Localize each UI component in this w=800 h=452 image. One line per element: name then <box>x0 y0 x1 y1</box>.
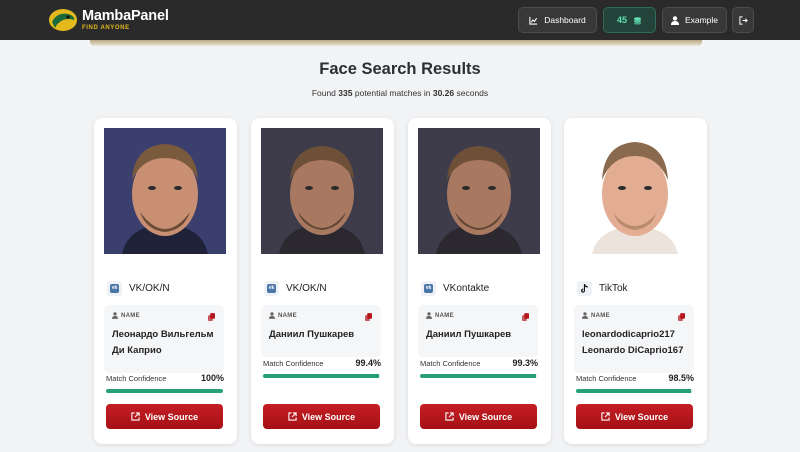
copy-icon[interactable] <box>522 313 529 321</box>
vk-icon: vk <box>421 281 436 296</box>
external-link-icon <box>445 412 454 421</box>
confidence-bar-fill <box>106 389 223 393</box>
confidence-bar <box>420 374 537 378</box>
confidence-bar-fill <box>420 374 537 378</box>
face-photo <box>418 128 540 254</box>
coins-icon <box>633 16 642 25</box>
face-photo <box>104 128 226 254</box>
results-summary: Found 335 potential matches in 30.26 sec… <box>311 88 489 98</box>
user-icon <box>670 15 679 25</box>
name-field: NAME Даниил Пушкарев <box>261 305 381 357</box>
logout-button[interactable] <box>732 7 754 33</box>
external-link-icon <box>601 412 610 421</box>
copy-icon[interactable] <box>365 313 372 321</box>
vk-icon: vk <box>264 281 279 296</box>
platform-name: TikTok <box>599 283 628 294</box>
user-menu-button[interactable]: Example <box>662 7 727 33</box>
name-label: NAME <box>435 312 454 319</box>
confidence-bar-fill <box>576 389 692 393</box>
brand-name: MambaPanel <box>82 8 169 25</box>
copy-icon[interactable] <box>678 313 685 321</box>
external-link-icon <box>288 412 297 421</box>
result-card: TikTok NAME leonardodicaprio217 Leonardo… <box>564 118 707 444</box>
search-time: 30.26 <box>432 88 455 98</box>
face-photo <box>574 128 696 254</box>
credits-badge[interactable]: 45 <box>603 7 656 33</box>
confidence-value: 100% <box>200 373 224 383</box>
platform-name: VK/OK/N <box>129 283 170 294</box>
result-card: vk VK/OK/N NAME Леонардо Вильгельм Ди Ка… <box>94 118 237 444</box>
vk-icon: vk <box>107 281 122 296</box>
name-value: leonardodicaprio217 <box>582 329 675 340</box>
copy-icon[interactable] <box>208 313 215 321</box>
name-value: Leonardo DiCaprio167 <box>582 344 684 356</box>
platform-vk: vk VK/OK/N <box>264 281 327 296</box>
match-count: 335 <box>338 88 353 98</box>
user-icon <box>426 312 432 319</box>
brand-logo[interactable]: MambaPanel FIND ANYONE <box>48 7 169 33</box>
top-navbar: MambaPanel FIND ANYONE Dashboard 45 Exam… <box>0 0 800 40</box>
confidence-bar <box>576 389 693 393</box>
confidence-label: Match Confidence <box>263 358 324 368</box>
logout-icon <box>738 15 748 25</box>
platform-vkontakte: vk VKontakte <box>421 281 489 296</box>
name-field: NAME Даниил Пушкарев <box>418 305 538 357</box>
confidence-bar-fill <box>263 374 380 378</box>
user-name: Example <box>684 15 719 25</box>
result-card: vk VK/OK/N NAME Даниил Пушкарев Match Co… <box>251 118 394 444</box>
name-value: Даниил Пушкарев <box>426 329 512 340</box>
brand-tagline: FIND ANYONE <box>82 24 130 31</box>
snake-logo-icon <box>49 9 77 31</box>
name-label: NAME <box>121 312 140 319</box>
face-photo <box>261 128 383 254</box>
confidence-value: 99.4% <box>355 358 381 368</box>
platform-name: VKontakte <box>443 283 490 294</box>
name-field: NAME Леонардо Вильгельм Ди Каприо <box>104 305 224 373</box>
confidence-value: 98.5% <box>668 373 694 383</box>
name-field: NAME leonardodicaprio217 Leonardo DiCapr… <box>574 305 694 373</box>
view-source-button[interactable]: View Source <box>263 404 380 429</box>
confidence-bar <box>106 389 223 393</box>
credits-count: 45 <box>616 15 627 25</box>
page-title: Face Search Results <box>319 60 481 78</box>
platform-tiktok: TikTok <box>577 281 628 296</box>
external-link-icon <box>131 412 140 421</box>
dashboard-button[interactable]: Dashboard <box>518 7 597 33</box>
confidence-label: Match Confidence <box>420 358 481 368</box>
user-icon <box>112 312 118 319</box>
name-value: Ди Каприо <box>112 344 162 356</box>
confidence-bar <box>263 374 380 378</box>
name-value: Даниил Пушкарев <box>269 329 355 340</box>
confidence-label: Match Confidence <box>106 373 167 383</box>
view-source-button[interactable]: View Source <box>106 404 223 429</box>
confidence-label: Match Confidence <box>576 373 637 383</box>
user-icon <box>582 312 588 319</box>
confidence-value: 99.3% <box>512 358 538 368</box>
dashboard-label: Dashboard <box>544 15 586 25</box>
result-card: vk VKontakte NAME Даниил Пушкарев Match … <box>408 118 551 444</box>
view-source-button[interactable]: View Source <box>420 404 537 429</box>
notification-strip <box>90 40 702 46</box>
name-label: NAME <box>278 312 297 319</box>
name-value: Леонардо Вильгельм <box>112 329 214 340</box>
chart-icon <box>529 16 538 25</box>
user-icon <box>269 312 275 319</box>
name-label: NAME <box>591 312 610 319</box>
tiktok-icon <box>577 281 592 296</box>
view-source-button[interactable]: View Source <box>576 404 693 429</box>
platform-name: VK/OK/N <box>286 283 327 294</box>
platform-vk: vk VK/OK/N <box>107 281 170 296</box>
